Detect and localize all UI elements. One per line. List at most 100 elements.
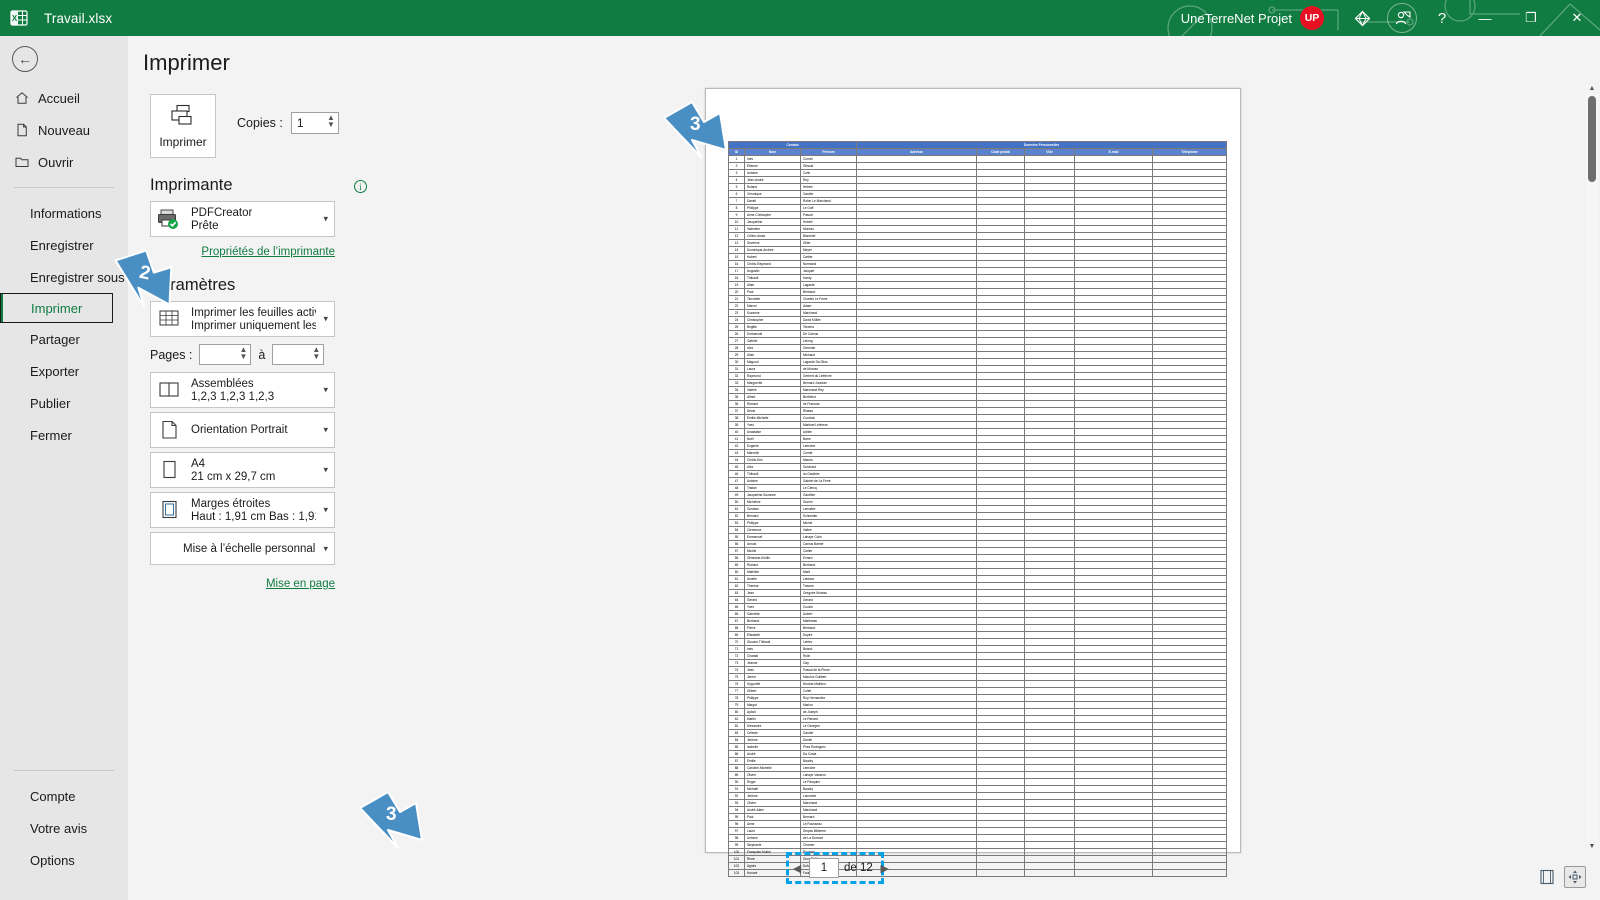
stepper-arrows[interactable]: ▲ ▼	[239, 346, 247, 361]
chevron-down-icon[interactable]: ▾	[323, 425, 328, 436]
next-page-button[interactable]: ▶	[878, 862, 892, 875]
page-setup-row: Mise en page	[128, 574, 335, 592]
back-button[interactable]: ←	[12, 46, 38, 72]
copies-stepper[interactable]: ▲▼	[290, 112, 339, 134]
table-cell	[976, 421, 1026, 429]
table-cell	[856, 785, 978, 793]
table-cell	[1074, 498, 1154, 506]
show-margins-icon[interactable]	[1536, 866, 1558, 888]
setting-margins-select[interactable]: Marges étroites Haut : 1,91 cm Bas : 1,9…	[150, 492, 335, 528]
preview-sheet[interactable]: Contact Données Personnelles ID Nom Prén…	[705, 88, 1241, 877]
pages-to-input[interactable]: ▲ ▼	[272, 344, 325, 365]
table-cell	[1074, 239, 1154, 247]
table-cell	[1024, 659, 1076, 667]
previous-page-button[interactable]: ◀	[790, 862, 804, 875]
setting-print-area-select[interactable]: Imprimer les feuilles actives Imprimer u…	[150, 301, 335, 337]
sidebar-item-enregistrer[interactable]: Enregistrer	[0, 229, 128, 261]
sidebar-item-exporter[interactable]: Exporter	[0, 355, 128, 387]
table-cell	[1074, 365, 1154, 373]
scrollbar-thumb[interactable]	[1588, 96, 1596, 182]
sidebar-item-ouvrir[interactable]: Ouvrir	[0, 146, 128, 178]
share-person-icon[interactable]	[1382, 0, 1422, 36]
table-cell	[976, 330, 1026, 338]
help-icon[interactable]: ?	[1422, 0, 1462, 36]
table-cell: 48	[728, 484, 745, 492]
print-button[interactable]: Imprimer	[150, 94, 216, 158]
table-cell	[856, 407, 978, 415]
table-cell	[1024, 253, 1076, 261]
preview-scrollbar[interactable]: ▲ ▼	[1586, 82, 1598, 852]
chevron-down-icon[interactable]: ▾	[323, 543, 328, 554]
table-cell	[1074, 407, 1154, 415]
table-cell: Daniel	[744, 197, 801, 205]
minimize-button[interactable]: —	[1462, 0, 1508, 36]
close-button[interactable]: ✕	[1554, 0, 1600, 36]
table-row: 69 Elisabeth Dupire	[728, 631, 1228, 639]
table-cell: Nicolas Mathieu	[799, 680, 858, 688]
sidebar-item-imprimer[interactable]: Imprimer	[0, 293, 113, 323]
chevron-down-icon[interactable]: ▾	[323, 385, 328, 396]
table-cell: 43	[728, 449, 745, 457]
table-cell	[1074, 708, 1154, 716]
scroll-up-arrow[interactable]: ▲	[1586, 82, 1598, 94]
chevron-down-icon[interactable]: ▾	[323, 505, 328, 516]
sidebar-item-enregistrer-sous[interactable]: Enregistrer sous	[0, 261, 128, 293]
table-row: 33 Marguerite Bernard Jourdan	[728, 379, 1228, 387]
sidebar-item-accueil[interactable]: Accueil	[0, 82, 128, 114]
table-cell: 81	[728, 715, 745, 723]
page-setup-link[interactable]: Mise en page	[266, 578, 335, 590]
copies-input[interactable]	[291, 116, 326, 130]
table-cell	[1152, 309, 1228, 317]
table-cell: Valentine	[744, 225, 801, 233]
table-cell: Inès	[744, 645, 801, 653]
table-cell	[976, 463, 1026, 471]
sidebar-item-informations[interactable]: Informations	[0, 197, 128, 229]
table-cell	[1074, 659, 1154, 667]
table-cell	[976, 869, 1026, 877]
printer-section-label: Imprimante	[150, 176, 233, 194]
table-cell: Brigitte	[744, 323, 801, 331]
table-cell: Augustin	[744, 267, 801, 275]
setting-orientation-select[interactable]: Orientation Portrait ▾	[150, 412, 335, 448]
table-cell	[1152, 813, 1228, 821]
maximize-button[interactable]: ❐	[1508, 0, 1554, 36]
table-row: 87 Emilie Baudry	[728, 757, 1228, 765]
chevron-down-icon[interactable]: ▾	[323, 465, 328, 476]
scroll-down-arrow[interactable]: ▼	[1586, 840, 1598, 852]
diamond-icon[interactable]	[1342, 0, 1382, 36]
scrollbar-track[interactable]	[1586, 94, 1598, 840]
sidebar-item-votre-avis[interactable]: Votre avis	[0, 812, 128, 844]
sidebar-item-label: Options	[30, 852, 75, 868]
printer-select[interactable]: PDFCreator Prête ▾	[150, 201, 335, 237]
printer-properties-link[interactable]: Propriétés de l’imprimante	[201, 246, 335, 258]
chevron-down-icon[interactable]: ▾	[323, 214, 328, 225]
table-cell: 17	[728, 267, 745, 275]
stepper-arrows[interactable]: ▲ ▼	[327, 114, 335, 129]
annotation-number: 3	[690, 114, 701, 135]
sidebar-item-partager[interactable]: Partager	[0, 323, 128, 355]
table-cell: 41	[728, 435, 745, 443]
chevron-down-icon[interactable]: ▾	[323, 314, 328, 325]
page-navigation: ◀ 1 de 12 ▶	[790, 858, 892, 878]
setting-collate-select[interactable]: Assemblées 1,2,3 1,2,3 1,2,3 ▾	[150, 372, 335, 408]
sidebar-item-nouveau[interactable]: Nouveau	[0, 114, 128, 146]
sidebar-item-publier[interactable]: Publier	[0, 387, 128, 419]
zoom-to-page-icon[interactable]	[1564, 866, 1586, 888]
sidebar-item-fermer[interactable]: Fermer	[0, 419, 128, 451]
table-cell: Lemoine	[799, 764, 858, 772]
stepper-arrows[interactable]: ▲ ▼	[312, 346, 320, 361]
table-cell	[1024, 645, 1076, 653]
avatar[interactable]: UP	[1300, 6, 1324, 30]
sidebar-item-compte[interactable]: Compte	[0, 780, 128, 812]
page-number-input[interactable]: 1	[809, 858, 839, 878]
table-cell	[976, 477, 1026, 485]
setting-scaling-select[interactable]: Mise à l’échelle personnalisée ▾	[150, 532, 335, 565]
setting-paper-size-select[interactable]: A4 21 cm x 29,7 cm ▾	[150, 452, 335, 488]
table-cell	[1024, 673, 1076, 681]
table-cell	[1152, 323, 1228, 331]
margins-icon	[157, 497, 183, 523]
sidebar-item-options[interactable]: Options	[0, 844, 128, 876]
info-icon[interactable]: i	[354, 180, 367, 193]
pages-from-input[interactable]: ▲ ▼	[199, 344, 252, 365]
table-cell	[1024, 757, 1076, 765]
